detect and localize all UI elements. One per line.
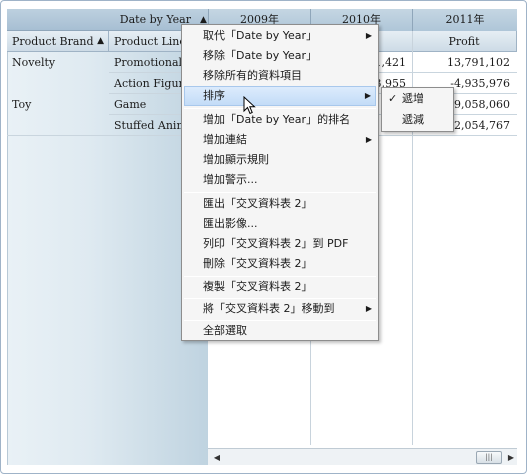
submenu-arrow-icon: ▶ [365,304,372,313]
menu-item-copy[interactable]: 複製「交叉資料表 2」 [184,277,376,297]
menu-item-label: 刪除「交叉資料表 2」 [203,257,313,270]
brand-cell[interactable]: Novelty [7,52,109,73]
menu-item-label: 排序 [203,89,225,102]
menu-separator [184,192,376,193]
scroll-left-icon[interactable]: ◀ [210,451,224,464]
year-header-2011[interactable]: 2011年 [412,9,517,31]
menu-item-delete[interactable]: 刪除「交叉資料表 2」 [184,254,376,274]
sort-ascending-icon[interactable]: ▲ [97,31,104,52]
scroll-thumb[interactable]: ||| [476,451,502,464]
menu-item-label: 移除所有的資料項目 [203,69,302,82]
menu-item-label: 列印「交叉資料表 2」到 PDF [203,237,349,250]
submenu-arrow-icon: ▶ [365,135,372,144]
menu-item-label: 移除「Date by Year」 [203,49,318,62]
product-brand-header[interactable]: Product Brand ▲ [7,31,109,52]
menu-item-select-all[interactable]: 全部選取 [184,321,376,341]
checkmark-icon: ✓ [388,92,398,105]
product-brand-label: Product Brand [12,35,94,48]
submenu-item-descending[interactable]: 遞減 [384,110,451,130]
submenu-arrow-icon: ▶ [364,91,371,100]
measure-label: Profit [448,35,480,48]
menu-item-remove-all[interactable]: 移除所有的資料項目 [184,66,376,86]
menu-item-move-to[interactable]: 將「交叉資料表 2」移動到 ▶ [184,299,376,319]
sort-submenu: ✓ 遞增 遞減 [381,87,454,132]
scroll-right-icon[interactable]: ▶ [504,451,518,464]
submenu-item-ascending[interactable]: ✓ 遞增 [384,89,451,109]
menu-separator [184,108,376,109]
menu-item-label: 增加「Date by Year」的排名 [203,113,351,126]
menu-item-label: 增加顯示規則 [203,153,269,166]
menu-item-label: 將「交叉資料表 2」移動到 [203,302,335,315]
menu-item-add-display-rule[interactable]: 增加顯示規則 [184,150,376,170]
menu-item-remove-field[interactable]: 移除「Date by Year」 [184,46,376,66]
submenu-item-label: 遞增 [402,92,424,105]
submenu-arrow-icon: ▶ [365,31,372,40]
menu-item-label: 匯出「交叉資料表 2」 [203,197,313,210]
menu-item-label: 增加連結 [203,133,247,146]
menu-item-label: 取代「Date by Year」 [203,29,318,42]
submenu-item-label: 遞減 [402,113,424,126]
mouse-cursor-icon [243,96,256,115]
menu-item-label: 匯出影像... [203,217,258,230]
brand-cell[interactable]: Toy [7,94,109,115]
measure-header-2011: Profit [412,31,517,52]
menu-item-export-image[interactable]: 匯出影像... [184,214,376,234]
menu-item-replace[interactable]: 取代「Date by Year」 ▶ [184,26,376,46]
menu-item-print-pdf[interactable]: 列印「交叉資料表 2」到 PDF [184,234,376,254]
menu-item-label: 增加警示... [203,173,258,186]
menu-item-add-link[interactable]: 增加連結 ▶ [184,130,376,150]
menu-item-sort[interactable]: 排序 ▶ [184,86,376,106]
context-menu: 取代「Date by Year」 ▶ 移除「Date by Year」 移除所有… [181,24,379,341]
menu-item-label: 複製「交叉資料表 2」 [203,280,313,293]
value-cell[interactable]: 13,791,102 [412,52,510,73]
menu-item-add-alert[interactable]: 增加警示... [184,170,376,190]
menu-item-add-rank[interactable]: 增加「Date by Year」的排名 [184,110,376,130]
menu-item-export[interactable]: 匯出「交叉資料表 2」 [184,194,376,214]
product-line-label: Product Line [114,35,186,48]
horizontal-scrollbar[interactable]: ◀ ||| ▶ [208,448,517,465]
menu-item-label: 全部選取 [203,324,247,337]
